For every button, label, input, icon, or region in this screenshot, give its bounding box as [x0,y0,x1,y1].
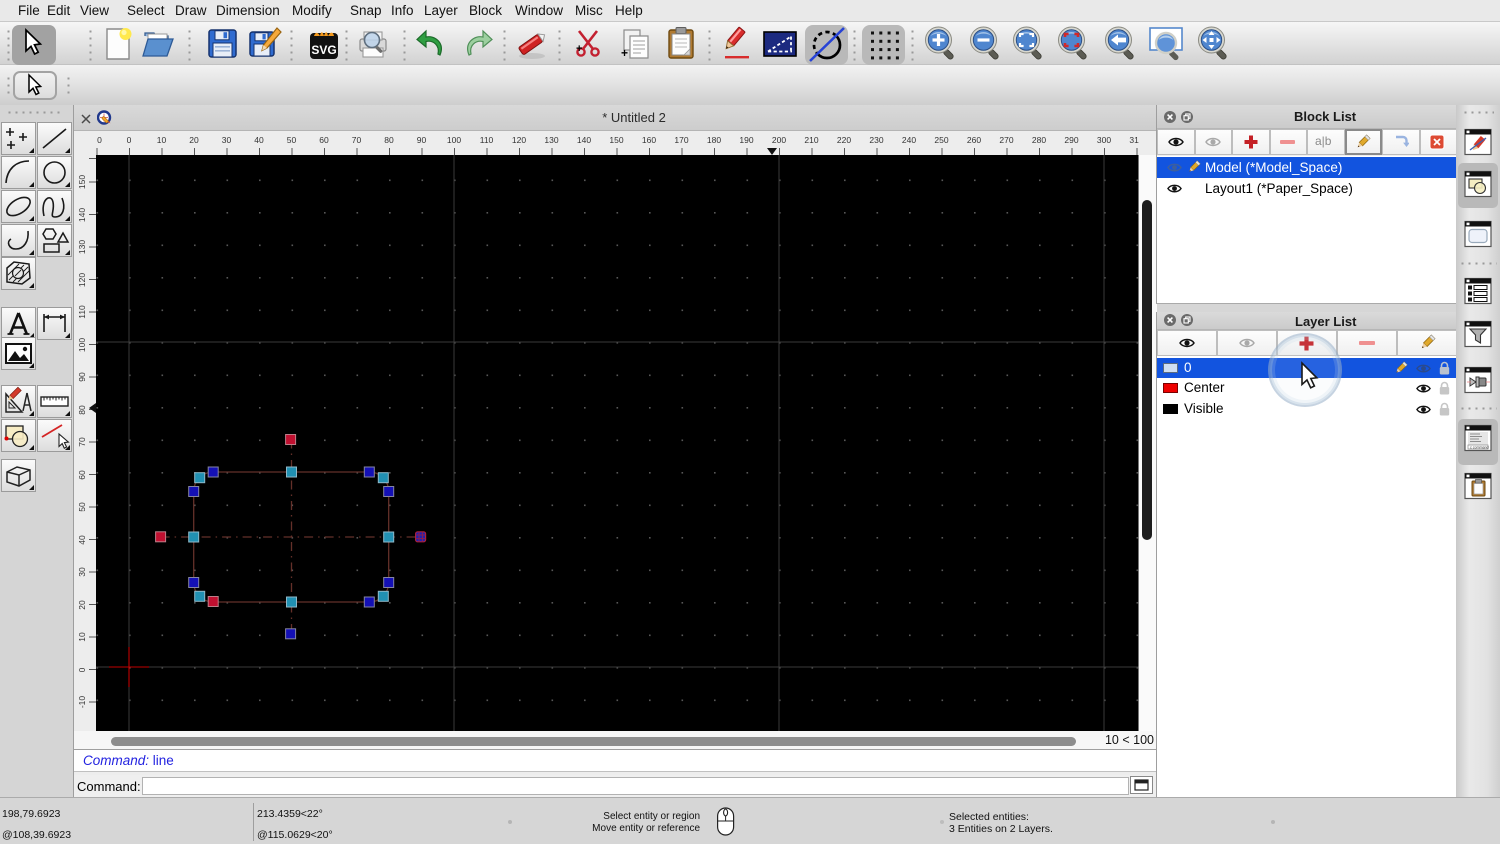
svg-text:+: + [576,43,582,55]
svg-text:c command: c command [1470,446,1489,450]
svg-text:SVG: SVG [311,43,336,57]
svg-text:+: + [621,46,628,60]
